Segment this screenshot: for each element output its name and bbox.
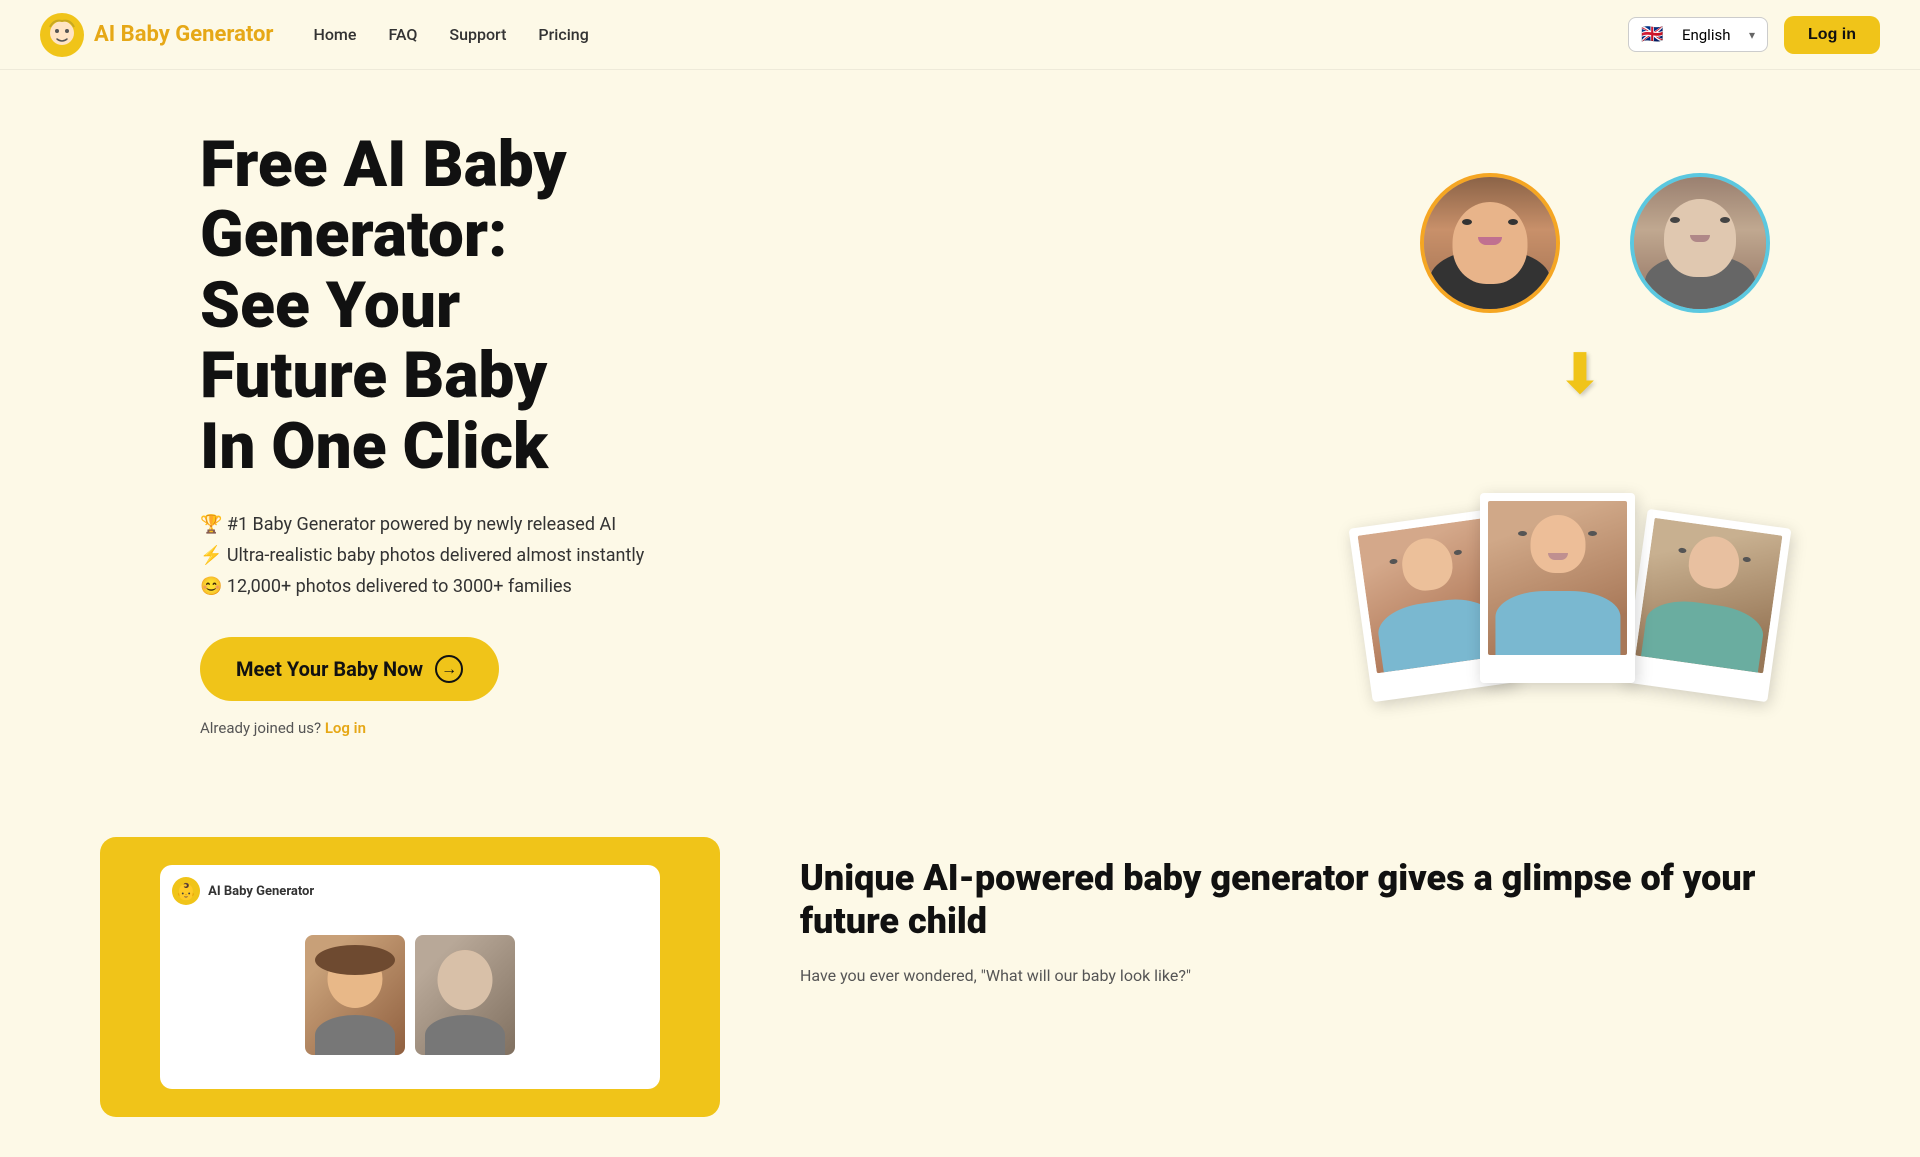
navbar-right: 🇬🇧 English ▾ Log in — [1628, 16, 1880, 54]
hero-section: Free AI Baby Generator: See Your Future … — [0, 70, 1920, 797]
logo-link[interactable]: AI Baby Generator — [40, 13, 274, 57]
lang-label: English — [1682, 26, 1731, 44]
parent-dad-circle — [1630, 173, 1770, 313]
preview-face-2 — [415, 935, 515, 1055]
mom-face — [1424, 177, 1556, 309]
nav-faq[interactable]: FAQ — [388, 25, 417, 44]
feature-2: ⚡ Ultra-realistic baby photos delivered … — [200, 545, 644, 566]
app-preview-name: AI Baby Generator — [208, 884, 314, 899]
preview-face-1 — [305, 935, 405, 1055]
dad-face — [1634, 177, 1766, 309]
navbar-left: AI Baby Generator Home FAQ Support Prici… — [40, 13, 589, 57]
app-preview-inner: 👶 AI Baby Generator — [160, 865, 660, 1088]
login-hint: Already joined us? Log in — [200, 719, 644, 737]
bottom-section: 👶 AI Baby Generator Unique AI-powered ba… — [0, 797, 1920, 1157]
logo-icon — [40, 13, 84, 57]
nav-support[interactable]: Support — [449, 25, 506, 44]
language-selector[interactable]: 🇬🇧 English ▾ — [1628, 17, 1768, 52]
hero-features: 🏆 #1 Baby Generator powered by newly rel… — [200, 514, 644, 597]
app-preview: 👶 AI Baby Generator — [100, 837, 720, 1117]
nav-pricing[interactable]: Pricing — [538, 25, 588, 44]
chevron-down-icon: ▾ — [1749, 28, 1755, 42]
logo-text: AI Baby Generator — [94, 22, 274, 47]
bottom-title: Unique AI-powered baby generator gives a… — [800, 857, 1820, 943]
bottom-right: Unique AI-powered baby generator gives a… — [800, 837, 1820, 989]
hero-illustration: ⬇ — [1340, 173, 1820, 693]
app-preview-header: 👶 AI Baby Generator — [172, 877, 648, 905]
baby-photo-right — [1624, 509, 1792, 702]
baby-photos — [1340, 393, 1820, 693]
meet-baby-label: Meet Your Baby Now — [236, 657, 423, 681]
feature-3: 😊 12,000+ photos delivered to 3000+ fami… — [200, 576, 644, 597]
parent-mom-circle — [1420, 173, 1560, 313]
nav-links: Home FAQ Support Pricing — [314, 25, 589, 44]
login-hint-link[interactable]: Log in — [325, 719, 366, 737]
app-preview-logo: 👶 — [172, 877, 200, 905]
navbar: AI Baby Generator Home FAQ Support Prici… — [0, 0, 1920, 70]
faces-row — [172, 913, 648, 1076]
baby-photo-center — [1480, 493, 1635, 683]
hero-content: Free AI Baby Generator: See Your Future … — [200, 130, 644, 737]
bottom-description: Have you ever wondered, "What will our b… — [800, 963, 1820, 989]
login-button[interactable]: Log in — [1784, 16, 1880, 54]
hero-title: Free AI Baby Generator: See Your Future … — [200, 130, 644, 482]
flag-icon: 🇬🇧 — [1641, 24, 1663, 45]
arrow-circle-icon: → — [435, 655, 463, 683]
login-hint-text: Already joined us? — [200, 719, 321, 737]
feature-1: 🏆 #1 Baby Generator powered by newly rel… — [200, 514, 644, 535]
nav-home[interactable]: Home — [314, 25, 357, 44]
bottom-left: 👶 AI Baby Generator — [100, 837, 720, 1117]
meet-baby-button[interactable]: Meet Your Baby Now → — [200, 637, 499, 701]
